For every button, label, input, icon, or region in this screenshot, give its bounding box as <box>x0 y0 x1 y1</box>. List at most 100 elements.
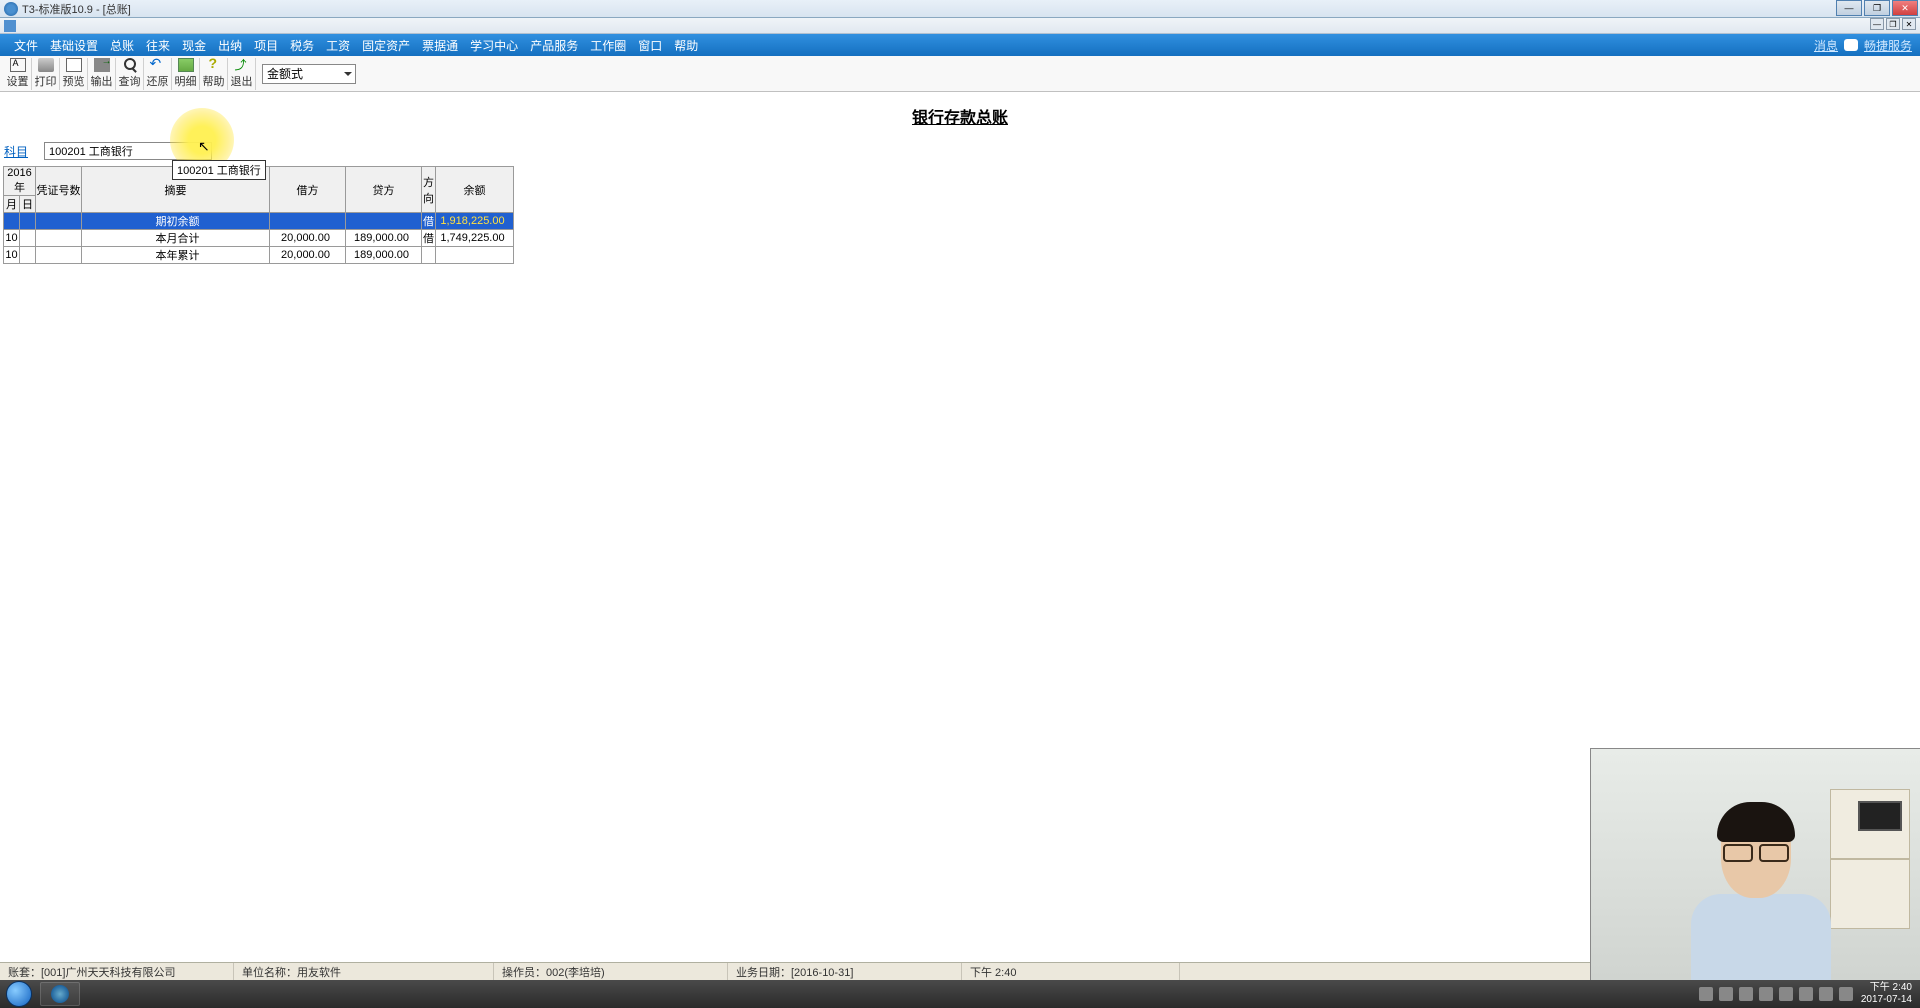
table-row[interactable]: 10 本月合计 20,000.00 189,000.00 借 1,749,225… <box>4 230 514 247</box>
cell-balance <box>436 247 514 264</box>
ledger-table-wrap: 2016年 凭证号数 摘要 借方 贷方 方向 余额 月 日 期初余额 借 1,9… <box>3 166 1920 264</box>
tray-icon[interactable] <box>1699 987 1713 1001</box>
mdi-minimize-button[interactable]: — <box>1870 18 1884 30</box>
window-title: T3-标准版10.9 - [总账] <box>22 1 131 17</box>
menu-transactions[interactable]: 往来 <box>140 37 176 54</box>
toolbar: 设置 打印 预览 输出 查询 还原 明细 帮助 退出 金额式 <box>0 56 1920 92</box>
print-icon <box>38 58 54 72</box>
page-title: 银行存款总账 <box>0 104 1920 128</box>
cell-day <box>20 230 36 247</box>
cell-debit <box>270 213 346 230</box>
menu-bills[interactable]: 票据通 <box>416 37 464 54</box>
mdi-restore-button[interactable]: ❐ <box>1886 18 1900 30</box>
toolbar-detail-button[interactable]: 明细 <box>172 58 200 90</box>
cell-month: 10 <box>4 230 20 247</box>
tray-icon[interactable] <box>1839 987 1853 1001</box>
tray-icon[interactable] <box>1779 987 1793 1001</box>
mdi-icon <box>4 20 16 32</box>
th-debit: 借方 <box>270 167 346 213</box>
taskbar-app[interactable] <box>40 982 80 1006</box>
th-voucher: 凭证号数 <box>36 167 82 213</box>
th-balance: 余额 <box>436 167 514 213</box>
toolbar-help-button[interactable]: 帮助 <box>200 58 228 90</box>
menu-window[interactable]: 窗口 <box>632 37 668 54</box>
cell-balance: 1,749,225.00 <box>436 230 514 247</box>
th-day: 日 <box>20 196 36 213</box>
tray-icon[interactable] <box>1819 987 1833 1001</box>
menu-cashier[interactable]: 出纳 <box>212 37 248 54</box>
th-month: 月 <box>4 196 20 213</box>
window-titlebar: T3-标准版10.9 - [总账] — ❐ ✕ <box>0 0 1920 18</box>
tray-time-text: 下午 2:40 <box>1861 982 1912 994</box>
tray-icon[interactable] <box>1739 987 1753 1001</box>
menu-cash[interactable]: 现金 <box>176 37 212 54</box>
cell-direction <box>422 247 436 264</box>
menu-file[interactable]: 文件 <box>8 37 44 54</box>
menu-general-ledger[interactable]: 总账 <box>104 37 140 54</box>
system-tray: 下午 2:40 2017-07-14 <box>1699 982 1920 1006</box>
toolbar-settings-button[interactable]: 设置 <box>4 58 32 90</box>
window-maximize-button[interactable]: ❐ <box>1864 0 1890 16</box>
th-year: 2016年 <box>4 167 36 196</box>
toolbar-print-button[interactable]: 打印 <box>32 58 60 90</box>
cell-debit: 20,000.00 <box>270 247 346 264</box>
cell-voucher <box>36 230 82 247</box>
subject-label[interactable]: 科目 <box>4 143 28 160</box>
menu-workspace[interactable]: 工作圈 <box>584 37 632 54</box>
menu-basic-settings[interactable]: 基础设置 <box>44 37 104 54</box>
start-button[interactable] <box>0 980 38 1008</box>
cell-day <box>20 247 36 264</box>
windows-icon <box>6 981 32 1007</box>
cell-summary: 本年累计 <box>82 247 270 264</box>
tray-icon[interactable] <box>1799 987 1813 1001</box>
cell-direction: 借 <box>422 230 436 247</box>
settings-icon <box>10 58 26 72</box>
menu-help[interactable]: 帮助 <box>668 37 704 54</box>
menu-fixed-assets[interactable]: 固定资产 <box>356 37 416 54</box>
menu-products[interactable]: 产品服务 <box>524 37 584 54</box>
menu-learning[interactable]: 学习中心 <box>464 37 524 54</box>
menu-messages-link[interactable]: 消息 <box>1814 37 1838 54</box>
status-biz-date: 业务日期：[2016-10-31] <box>728 963 962 980</box>
status-operator: 操作员：002(李培培) <box>494 963 728 980</box>
help-icon <box>206 58 222 72</box>
cell-credit: 189,000.00 <box>346 247 422 264</box>
cell-voucher <box>36 247 82 264</box>
tray-icon[interactable] <box>1719 987 1733 1001</box>
toolbar-restore-button[interactable]: 还原 <box>144 58 172 90</box>
cell-balance: 1,918,225.00 <box>436 213 514 230</box>
status-account-set: 账套：[001]广州天天科技有限公司 <box>0 963 234 980</box>
subject-tooltip: 100201 工商银行 <box>172 160 266 180</box>
window-close-button[interactable]: ✕ <box>1892 0 1918 16</box>
mdi-bar: — ❐ ✕ <box>0 18 1920 34</box>
mdi-close-button[interactable]: ✕ <box>1902 18 1916 30</box>
window-minimize-button[interactable]: — <box>1836 0 1862 16</box>
status-company: 单位名称：用友软件 <box>234 963 494 980</box>
menu-project[interactable]: 项目 <box>248 37 284 54</box>
ledger-tbody: 期初余额 借 1,918,225.00 10 本月合计 20,000.00 18… <box>4 213 514 264</box>
cell-credit <box>346 213 422 230</box>
menu-salary[interactable]: 工资 <box>320 37 356 54</box>
table-row[interactable]: 10 本年累计 20,000.00 189,000.00 <box>4 247 514 264</box>
restore-icon <box>150 58 166 72</box>
tray-icon[interactable] <box>1759 987 1773 1001</box>
table-row[interactable]: 期初余额 借 1,918,225.00 <box>4 213 514 230</box>
menu-tax[interactable]: 税务 <box>284 37 320 54</box>
app-icon <box>4 2 18 16</box>
toolbar-exit-button[interactable]: 退出 <box>228 58 256 90</box>
app-icon <box>51 985 69 1003</box>
toolbar-preview-button[interactable]: 预览 <box>60 58 88 90</box>
combo-value: 金额式 <box>267 65 303 82</box>
windows-taskbar: 下午 2:40 2017-07-14 <box>0 980 1920 1008</box>
exit-icon <box>234 58 250 72</box>
toolbar-search-button[interactable]: 查询 <box>116 58 144 90</box>
cell-month <box>4 213 20 230</box>
cell-direction: 借 <box>422 213 436 230</box>
display-mode-combo[interactable]: 金额式 <box>262 64 356 84</box>
toolbar-output-button[interactable]: 输出 <box>88 58 116 90</box>
subject-input[interactable] <box>44 142 212 160</box>
menu-service-link[interactable]: 畅捷服务 <box>1864 37 1912 54</box>
tray-clock[interactable]: 下午 2:40 2017-07-14 <box>1861 982 1912 1006</box>
tray-date-text: 2017-07-14 <box>1861 994 1912 1006</box>
cell-day <box>20 213 36 230</box>
